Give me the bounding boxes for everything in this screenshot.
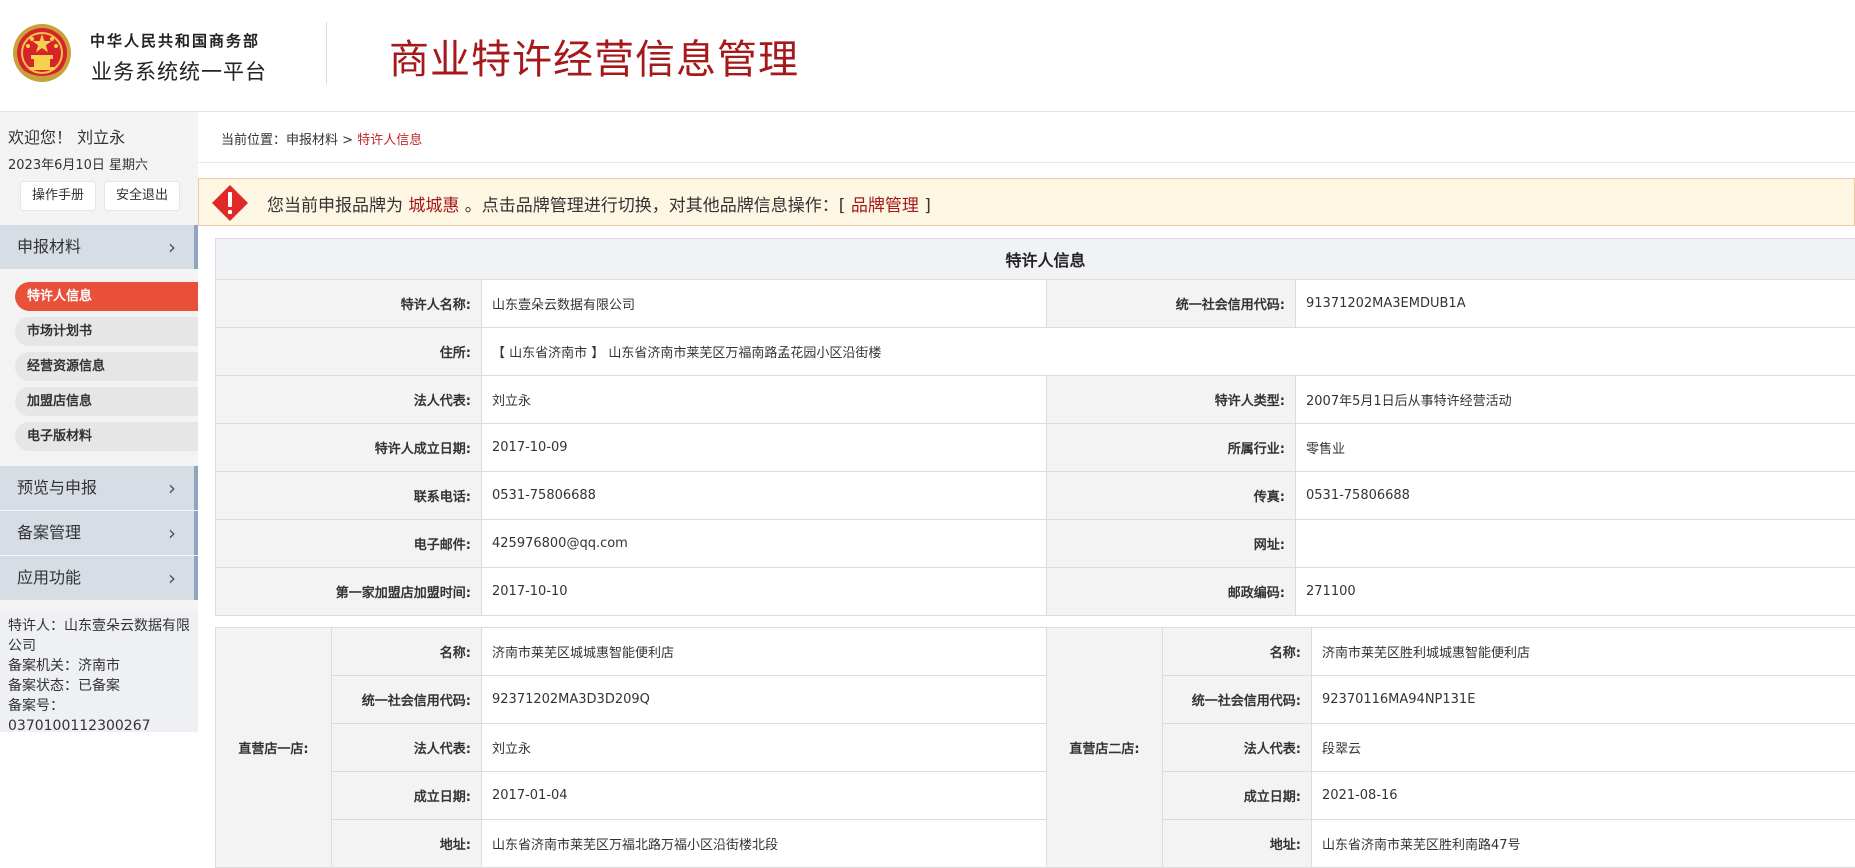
- store-1-label-name: 名称:: [332, 628, 482, 676]
- breadcrumb-prefix: 当前位置：: [221, 133, 286, 148]
- status-franchisor: 特许人：山东壹朵云数据有限公司: [8, 616, 190, 656]
- submenu-market-plan[interactable]: 市场计划书: [15, 317, 198, 346]
- label-founded-date: 特许人成立日期:: [216, 424, 482, 472]
- value-credit-code: 91371202MA3EMDUB1A: [1296, 280, 1855, 328]
- chevron-right-icon: ›: [168, 511, 176, 555]
- status-number: 备案号：0370100112300267: [8, 696, 190, 736]
- menu-label: 备案管理: [17, 523, 81, 542]
- notice-part1: 您当前申报品牌为: [267, 196, 408, 216]
- submenu-business-resources[interactable]: 经营资源信息: [15, 352, 198, 381]
- store-2-value-founded: 2021-08-16: [1312, 772, 1855, 820]
- national-emblem-icon: [12, 22, 72, 84]
- value-email: 425976800@qq.com: [482, 520, 1047, 568]
- submenu-franchise-stores[interactable]: 加盟店信息: [15, 387, 198, 416]
- welcome-text: 欢迎您！ 刘立永: [8, 124, 125, 148]
- store-1-value-founded: 2017-01-04: [482, 772, 1047, 820]
- label-email: 电子邮件:: [216, 520, 482, 568]
- filing-status-box: 特许人：山东壹朵云数据有限公司 备案机关：济南市 备案状态：已备案 备案号：03…: [0, 610, 198, 732]
- status-authority: 备案机关：济南市: [8, 656, 190, 676]
- notice-text: 您当前申报品牌为 城城惠 。点击品牌管理进行切换，对其他品牌信息操作：[ 品牌管…: [267, 191, 931, 216]
- store-2-value-name: 济南市莱芜区胜利城城惠智能便利店: [1312, 628, 1855, 676]
- label-industry: 所属行业:: [1047, 424, 1296, 472]
- store-2-value-address: 山东省济南市莱芜区胜利南路47号: [1312, 820, 1855, 868]
- label-website: 网址:: [1047, 520, 1296, 568]
- menu-application-functions[interactable]: 应用功能 ›: [0, 556, 198, 600]
- label-name: 特许人名称:: [216, 280, 482, 328]
- brand-notice: 您当前申报品牌为 城城惠 。点击品牌管理进行切换，对其他品牌信息操作：[ 品牌管…: [198, 178, 1855, 226]
- label-legal-rep: 法人代表:: [216, 376, 482, 424]
- store-1-title: 直营店一店:: [216, 628, 332, 868]
- store-1-value-credit: 92371202MA3D3D209Q: [482, 676, 1047, 724]
- header-divider: [326, 22, 327, 84]
- current-date: 2023年6月10日 星期六: [8, 154, 148, 173]
- chevron-right-icon: ›: [168, 225, 176, 269]
- value-founded-date: 2017-10-09: [482, 424, 1047, 472]
- label-credit-code: 统一社会信用代码:: [1047, 280, 1296, 328]
- breadcrumb-parent[interactable]: 申报材料: [286, 133, 338, 148]
- label-address: 住所:: [216, 328, 482, 376]
- value-website: [1296, 520, 1855, 568]
- store-1-label-credit: 统一社会信用代码:: [332, 676, 482, 724]
- notice-part3: ]: [919, 196, 931, 216]
- label-first-join-time: 第一家加盟店加盟时间:: [216, 568, 482, 616]
- value-name: 山东壹朵云数据有限公司: [482, 280, 1047, 328]
- menu-preview-and-declare[interactable]: 预览与申报 ›: [0, 466, 198, 510]
- brand-management-link[interactable]: 品牌管理: [851, 196, 919, 216]
- system-title: 商业特许经营信息管理: [389, 27, 799, 85]
- breadcrumb-separator: >: [338, 133, 357, 148]
- store-2-label-name: 名称:: [1163, 628, 1312, 676]
- breadcrumb-current: 特许人信息: [357, 133, 422, 148]
- menu-label: 预览与申报: [17, 478, 97, 497]
- logout-button[interactable]: 安全退出: [104, 181, 180, 211]
- store-1-value-address: 山东省济南市莱芜区万福北路万福小区沿街楼北段: [482, 820, 1047, 868]
- breadcrumb: 当前位置：申报材料 > 特许人信息: [198, 112, 1855, 163]
- menu-declaration-materials[interactable]: 申报材料 ›: [0, 225, 198, 269]
- store-2-title: 直营店二店:: [1047, 628, 1163, 868]
- label-franchisor-type: 特许人类型:: [1047, 376, 1296, 424]
- chevron-right-icon: ›: [168, 556, 176, 600]
- current-brand: 城城惠: [408, 196, 459, 216]
- platform-name: 业务系统统一平台: [91, 56, 267, 86]
- value-first-join-time: 2017-10-10: [482, 568, 1047, 616]
- submenu-franchisor-info[interactable]: 特许人信息: [15, 282, 198, 311]
- label-fax: 传真:: [1047, 472, 1296, 520]
- store-1-label-founded: 成立日期:: [332, 772, 482, 820]
- manual-button[interactable]: 操作手册: [20, 181, 96, 211]
- value-address: 【 山东省济南市 】 山东省济南市莱芜区万福南路孟花园小区沿街楼: [482, 328, 1855, 376]
- value-franchisor-type: 2007年5月1日后从事特许经营活动: [1296, 376, 1855, 424]
- store-1-value-legal: 刘立永: [482, 724, 1047, 772]
- label-phone: 联系电话:: [216, 472, 482, 520]
- submenu-electronic-materials[interactable]: 电子版材料: [15, 422, 198, 451]
- status-state: 备案状态：已备案: [8, 676, 190, 696]
- menu-filing-management[interactable]: 备案管理 ›: [0, 511, 198, 555]
- value-fax: 0531-75806688: [1296, 472, 1855, 520]
- notice-part2: 。点击品牌管理进行切换，对其他品牌信息操作：[: [459, 196, 850, 216]
- org-name: 中华人民共和国商务部: [90, 30, 260, 51]
- warning-diamond-icon: [211, 184, 249, 222]
- store-2-label-founded: 成立日期:: [1163, 772, 1312, 820]
- chevron-right-icon: ›: [168, 466, 176, 510]
- store-2-value-legal: 段翠云: [1312, 724, 1855, 772]
- store-2-label-legal: 法人代表:: [1163, 724, 1312, 772]
- store-1-label-address: 地址:: [332, 820, 482, 868]
- store-2-value-credit: 92370116MA94NP131E: [1312, 676, 1855, 724]
- menu-label: 申报材料: [17, 237, 81, 256]
- store-1-label-legal: 法人代表:: [332, 724, 482, 772]
- franchisor-info-table: 特许人信息 特许人名称: 山东壹朵云数据有限公司 统一社会信用代码: 91371…: [215, 238, 1855, 616]
- value-phone: 0531-75806688: [482, 472, 1047, 520]
- store-2-label-credit: 统一社会信用代码:: [1163, 676, 1312, 724]
- value-industry: 零售业: [1296, 424, 1855, 472]
- value-legal-rep: 刘立永: [482, 376, 1047, 424]
- store-1-value-name: 济南市莱芜区城城惠智能便利店: [482, 628, 1047, 676]
- menu-label: 应用功能: [17, 568, 81, 587]
- table-title: 特许人信息: [216, 239, 1855, 280]
- app-header: 中华人民共和国商务部 业务系统统一平台 商业特许经营信息管理: [0, 0, 1855, 112]
- label-postcode: 邮政编码:: [1047, 568, 1296, 616]
- direct-stores-table: 直营店一店: 名称: 济南市莱芜区城城惠智能便利店 直营店二店: 名称: 济南市…: [215, 627, 1855, 868]
- sidebar: 欢迎您！ 刘立永 2023年6月10日 星期六 操作手册 安全退出 申报材料 ›…: [0, 112, 198, 732]
- store-2-label-address: 地址:: [1163, 820, 1312, 868]
- value-postcode: 271100: [1296, 568, 1855, 616]
